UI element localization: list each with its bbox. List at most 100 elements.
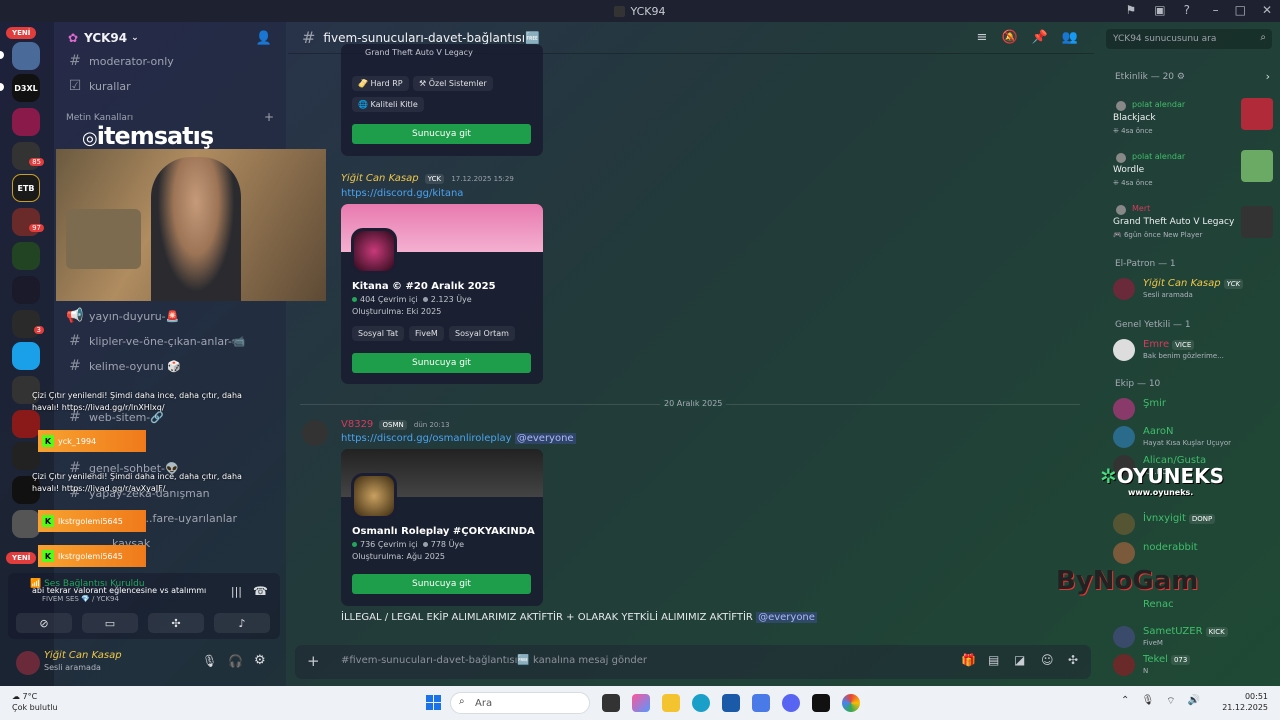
settings-gear-icon[interactable]: ⚙ <box>254 653 266 668</box>
taskbar-search[interactable]: ⌕ Ara <box>450 692 590 714</box>
member-item[interactable]: Emre VICE Bak benim gözlerime... <box>1113 337 1279 365</box>
store-icon[interactable] <box>722 694 740 712</box>
chrome-icon[interactable] <box>842 694 860 712</box>
search-icon: ⌕ <box>459 696 465 707</box>
edge-icon[interactable] <box>692 694 710 712</box>
screen-share-button[interactable]: ▭ <box>82 613 138 633</box>
minimize-icon[interactable]: – <box>1213 3 1219 17</box>
server-icon[interactable] <box>12 242 40 270</box>
server-icon-etb[interactable]: ETB <box>12 174 40 202</box>
mic-icon[interactable]: 🎙 <box>202 654 217 668</box>
close-icon[interactable]: ✕ <box>1262 3 1272 17</box>
member-item[interactable]: İvnxyigit DONP <box>1113 511 1279 539</box>
maximize-icon[interactable]: □ <box>1235 3 1246 17</box>
mute-bell-icon[interactable]: 🔕 <box>1001 30 1017 45</box>
member-item[interactable]: noderabbit <box>1113 540 1279 568</box>
headphones-icon[interactable]: 🎧 <box>228 654 243 668</box>
attach-plus-icon[interactable]: + <box>307 652 320 670</box>
gif-icon[interactable]: ▤ <box>988 653 999 667</box>
channel-item[interactable]: 📢 yayın-duyuru-🚨 <box>64 305 276 327</box>
activity-avatar <box>1116 153 1126 163</box>
mic-icon[interactable]: 🎙 <box>1141 695 1154 708</box>
message-composer[interactable]: + #fivem-sunucuları-davet-bağlantısı🆓 ka… <box>295 645 1091 679</box>
discord-icon[interactable] <box>782 694 800 712</box>
member-list-icon[interactable]: 👥 <box>1062 30 1078 45</box>
camera-off-button[interactable]: ⊘ <box>16 613 72 633</box>
help-icon[interactable]: ? <box>1184 3 1190 17</box>
join-server-button[interactable]: Sunucuya git <box>352 124 531 144</box>
server-icon[interactable] <box>12 276 40 304</box>
join-server-button[interactable]: Sunucuya git <box>352 574 531 594</box>
activity-card[interactable]: polat alendar Wordle ⁜ 4sa önce <box>1113 150 1273 196</box>
member-item[interactable]: Yiğit Can Kasap YCK Sesli aramada <box>1113 276 1279 304</box>
taskview-icon[interactable] <box>602 694 620 712</box>
member-item[interactable]: Tekel 073 N <box>1113 652 1279 680</box>
channel-item[interactable]: ☑ kurallar <box>64 75 276 97</box>
chevron-up-icon[interactable]: ⌃ <box>1121 695 1129 708</box>
volume-icon[interactable]: 🔊 <box>1188 695 1200 708</box>
server-avatar <box>351 473 397 519</box>
user-avatar[interactable] <box>16 651 40 675</box>
app-icon[interactable] <box>752 694 770 712</box>
invite-card: Kitana © #20 Aralık 2025 404 Çevrim içi 2… <box>341 204 543 384</box>
message-avatar[interactable] <box>302 420 328 446</box>
server-icon[interactable] <box>12 510 40 538</box>
activity-card[interactable]: Mert Grand Theft Auto V Legacy 🎮 6gün ön… <box>1113 202 1273 248</box>
activity-game: Blackjack <box>1113 113 1156 123</box>
disconnect-icon[interactable]: ☎ <box>253 584 268 598</box>
activity-card[interactable]: polat alendar Blackjack ⁜ 4sa önce <box>1113 98 1273 144</box>
file-explorer-icon[interactable] <box>662 694 680 712</box>
channel-item[interactable]: # moderator-only <box>64 50 276 72</box>
apps-icon[interactable]: ✣ <box>1068 653 1078 667</box>
member-name: SametUZER KICK <box>1143 626 1228 637</box>
start-button[interactable] <box>426 695 441 710</box>
activities-button[interactable]: ✣ <box>148 613 204 633</box>
search-icon: ⌕ <box>1260 32 1266 43</box>
emoji-icon[interactable]: ☺ <box>1041 653 1054 667</box>
wifi-icon[interactable]: ⌔ <box>1166 695 1175 708</box>
message-link[interactable]: https://discord.gg/kitana <box>341 188 463 199</box>
server-icon[interactable] <box>12 42 40 70</box>
server-icon-d3xl[interactable]: D3XL <box>12 74 40 102</box>
everyone-mention[interactable]: @everyone <box>514 433 576 444</box>
member-item[interactable]: AaroN Hayat Kısa Kuşlar Uçuyor <box>1113 424 1279 452</box>
soundboard-button[interactable]: ♪ <box>214 613 270 633</box>
flag-icon[interactable]: ⚑ <box>1126 3 1137 17</box>
add-channel-icon[interactable]: + <box>264 110 274 124</box>
copilot-icon[interactable] <box>632 694 650 712</box>
threads-icon[interactable]: ≡ <box>977 30 988 45</box>
activity-time-text: 4sa önce <box>1121 179 1153 187</box>
server-icon[interactable] <box>12 442 40 470</box>
server-search[interactable]: YCK94 sunucusunu ara ⌕ <box>1106 29 1272 49</box>
window-controls: – □ ✕ <box>1213 3 1272 17</box>
gift-icon[interactable]: 🎁 <box>961 653 976 667</box>
pin-icon[interactable]: 📌 <box>1032 30 1048 45</box>
server-icon[interactable] <box>12 342 40 370</box>
activity-time: ⁜ 4sa önce <box>1113 127 1153 135</box>
clock[interactable]: 00:51 21.12.2025 <box>1222 691 1268 713</box>
member-item[interactable]: Renac <box>1113 597 1279 625</box>
server-icon[interactable] <box>12 410 40 438</box>
message-author[interactable]: V8329 <box>341 419 373 430</box>
message-link[interactable]: https://discord.gg/osmanliroleplay <box>341 433 512 444</box>
activity-time-text: 6gün önce <box>1123 231 1161 239</box>
join-server-button[interactable]: Sunucuya git <box>352 353 531 373</box>
member-item[interactable]: Şmir <box>1113 396 1279 424</box>
gear-icon[interactable]: ⚙ <box>1177 72 1185 82</box>
weather-widget[interactable]: ☁ 7°C Çok bulutlu <box>12 691 58 713</box>
server-name: YCK94 <box>84 31 128 45</box>
channel-item[interactable]: # klipler-ve-öne-çıkan-anlar-📹 <box>64 330 276 352</box>
everyone-mention[interactable]: @everyone <box>756 612 817 623</box>
sticker-icon[interactable]: ◪ <box>1014 653 1025 667</box>
message-author[interactable]: Yiğit Can Kasap <box>341 173 419 184</box>
channel-item[interactable]: # kelime-oyunu 🎲 <box>64 355 276 377</box>
chevron-right-icon[interactable]: › <box>1266 70 1270 83</box>
member-avatar <box>1113 426 1135 448</box>
server-icon[interactable] <box>12 108 40 136</box>
channel-item[interactable]: ...fare-uyarılanlar <box>142 507 354 529</box>
member-item[interactable]: SametUZER KICK FiveM <box>1113 624 1279 652</box>
inbox-icon[interactable]: ▣ <box>1154 3 1165 17</box>
soundboard-icon[interactable]: ||| <box>231 585 242 598</box>
app-icon[interactable] <box>812 694 830 712</box>
add-member-icon[interactable]: 👤 <box>256 31 272 46</box>
